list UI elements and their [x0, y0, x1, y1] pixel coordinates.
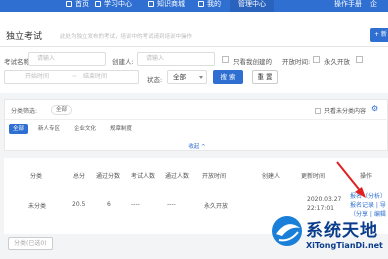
- category-tab-newcomer[interactable]: 新人专区: [34, 124, 64, 134]
- page-title: 独立考试: [6, 32, 43, 42]
- end-date: 结束时间: [83, 73, 108, 80]
- cell-updated: 2020.03.27 22:17:01: [307, 196, 342, 212]
- uncategorized-checkbox[interactable]: [315, 108, 321, 114]
- nav-home[interactable]: 首页: [66, 0, 89, 12]
- cell-open: 永久开放: [204, 203, 229, 210]
- col-open-time: 开放时间: [202, 173, 227, 180]
- learning-icon: [95, 1, 101, 7]
- col-creator: 创建人: [262, 173, 281, 180]
- col-category: 分类: [30, 173, 43, 180]
- status-checkbox[interactable]: [356, 56, 363, 63]
- page-description: 此处为独立发布的考试，培训中的考试请到培训中操作: [60, 34, 193, 40]
- home-icon: [66, 1, 72, 7]
- date-range-input[interactable]: 开始时间 ~ 结束时间: [4, 70, 139, 84]
- col-passed: 通过人数: [165, 173, 190, 180]
- nav-mall[interactable]: 知识商城: [148, 0, 185, 12]
- op-report-link[interactable]: 报名（分析）: [350, 191, 386, 200]
- cell-total: 20.5: [72, 201, 86, 208]
- manual-link[interactable]: 操作手册: [334, 0, 362, 8]
- nav-mine[interactable]: 我的: [198, 0, 221, 12]
- start-date: 开始时间: [25, 73, 50, 80]
- cell-passed: ----: [167, 201, 176, 208]
- date-separator: ~: [72, 73, 78, 80]
- cell-examinees: ----: [131, 201, 140, 208]
- col-total: 总分: [73, 173, 86, 180]
- divider: [5, 119, 388, 120]
- category-chip[interactable]: 全部: [51, 105, 73, 115]
- col-pass-score: 通过分数: [96, 173, 121, 180]
- watermark-title: 系统天地: [306, 221, 378, 241]
- creator-label: 创建人:: [112, 58, 134, 66]
- user-icon: [198, 1, 204, 7]
- chevron-down-icon: [199, 76, 203, 79]
- collapse-toggle[interactable]: 收起 ^: [5, 142, 388, 150]
- search-button[interactable]: 搜 索: [213, 70, 243, 84]
- col-updated: 更新时间: [301, 173, 326, 180]
- category-tab-all[interactable]: 全部: [9, 124, 29, 134]
- top-nav: 首页 学习中心 知识商城 我的 管理中心 操作手册 企: [0, 0, 388, 12]
- forever-label: 永久开放: [324, 58, 350, 66]
- new-exam-button[interactable]: + 新: [370, 28, 388, 42]
- op-records-link[interactable]: 报名记录 | 导: [350, 200, 386, 209]
- status-select[interactable]: 全部: [167, 70, 207, 84]
- globe-logo-icon: [272, 216, 302, 246]
- category-tab-rules[interactable]: 规章制度: [106, 124, 136, 134]
- watermark-logo: 系统天地 XiTongTianDi.net: [268, 214, 386, 258]
- cell-category: 未分类: [28, 203, 47, 210]
- mine-label: 只看我创建的: [233, 58, 272, 66]
- reset-button[interactable]: 重 置: [252, 70, 278, 84]
- enterprise-link[interactable]: 企: [370, 0, 377, 8]
- forever-checkbox[interactable]: [313, 56, 320, 63]
- status-label: 状态:: [147, 76, 163, 84]
- category-selected-button[interactable]: 分类(已选0): [8, 237, 53, 250]
- mall-icon: [148, 1, 154, 7]
- nav-admin[interactable]: 管理中心: [230, 0, 274, 12]
- cell-pass: 6: [107, 201, 111, 208]
- page-header: 独立考试 此处为独立发布的考试，培训中的考试请到培训中操作 + 新: [0, 23, 388, 47]
- col-ops: 操作: [360, 173, 373, 180]
- mine-checkbox[interactable]: [222, 56, 229, 63]
- category-filter: 分类筛选: 全部 只看未分类内容 ⚙ 全部 新人专区 企业文化 规章制度 收起 …: [4, 99, 388, 151]
- nav-learning[interactable]: 学习中心: [95, 0, 132, 12]
- col-examinees: 考试人数: [131, 173, 156, 180]
- settings-icon[interactable]: ⚙: [371, 103, 387, 115]
- category-label: 分类筛选:: [11, 108, 38, 115]
- open-time-label: 开放时间:: [282, 58, 311, 66]
- only-uncategorized[interactable]: 只看未分类内容: [315, 106, 366, 115]
- category-tab-culture[interactable]: 企业文化: [70, 124, 100, 134]
- exam-name-input[interactable]: 请输入: [28, 52, 106, 66]
- creator-input[interactable]: 请输入: [137, 52, 215, 66]
- watermark-url: XiTongTianDi.net: [306, 241, 383, 250]
